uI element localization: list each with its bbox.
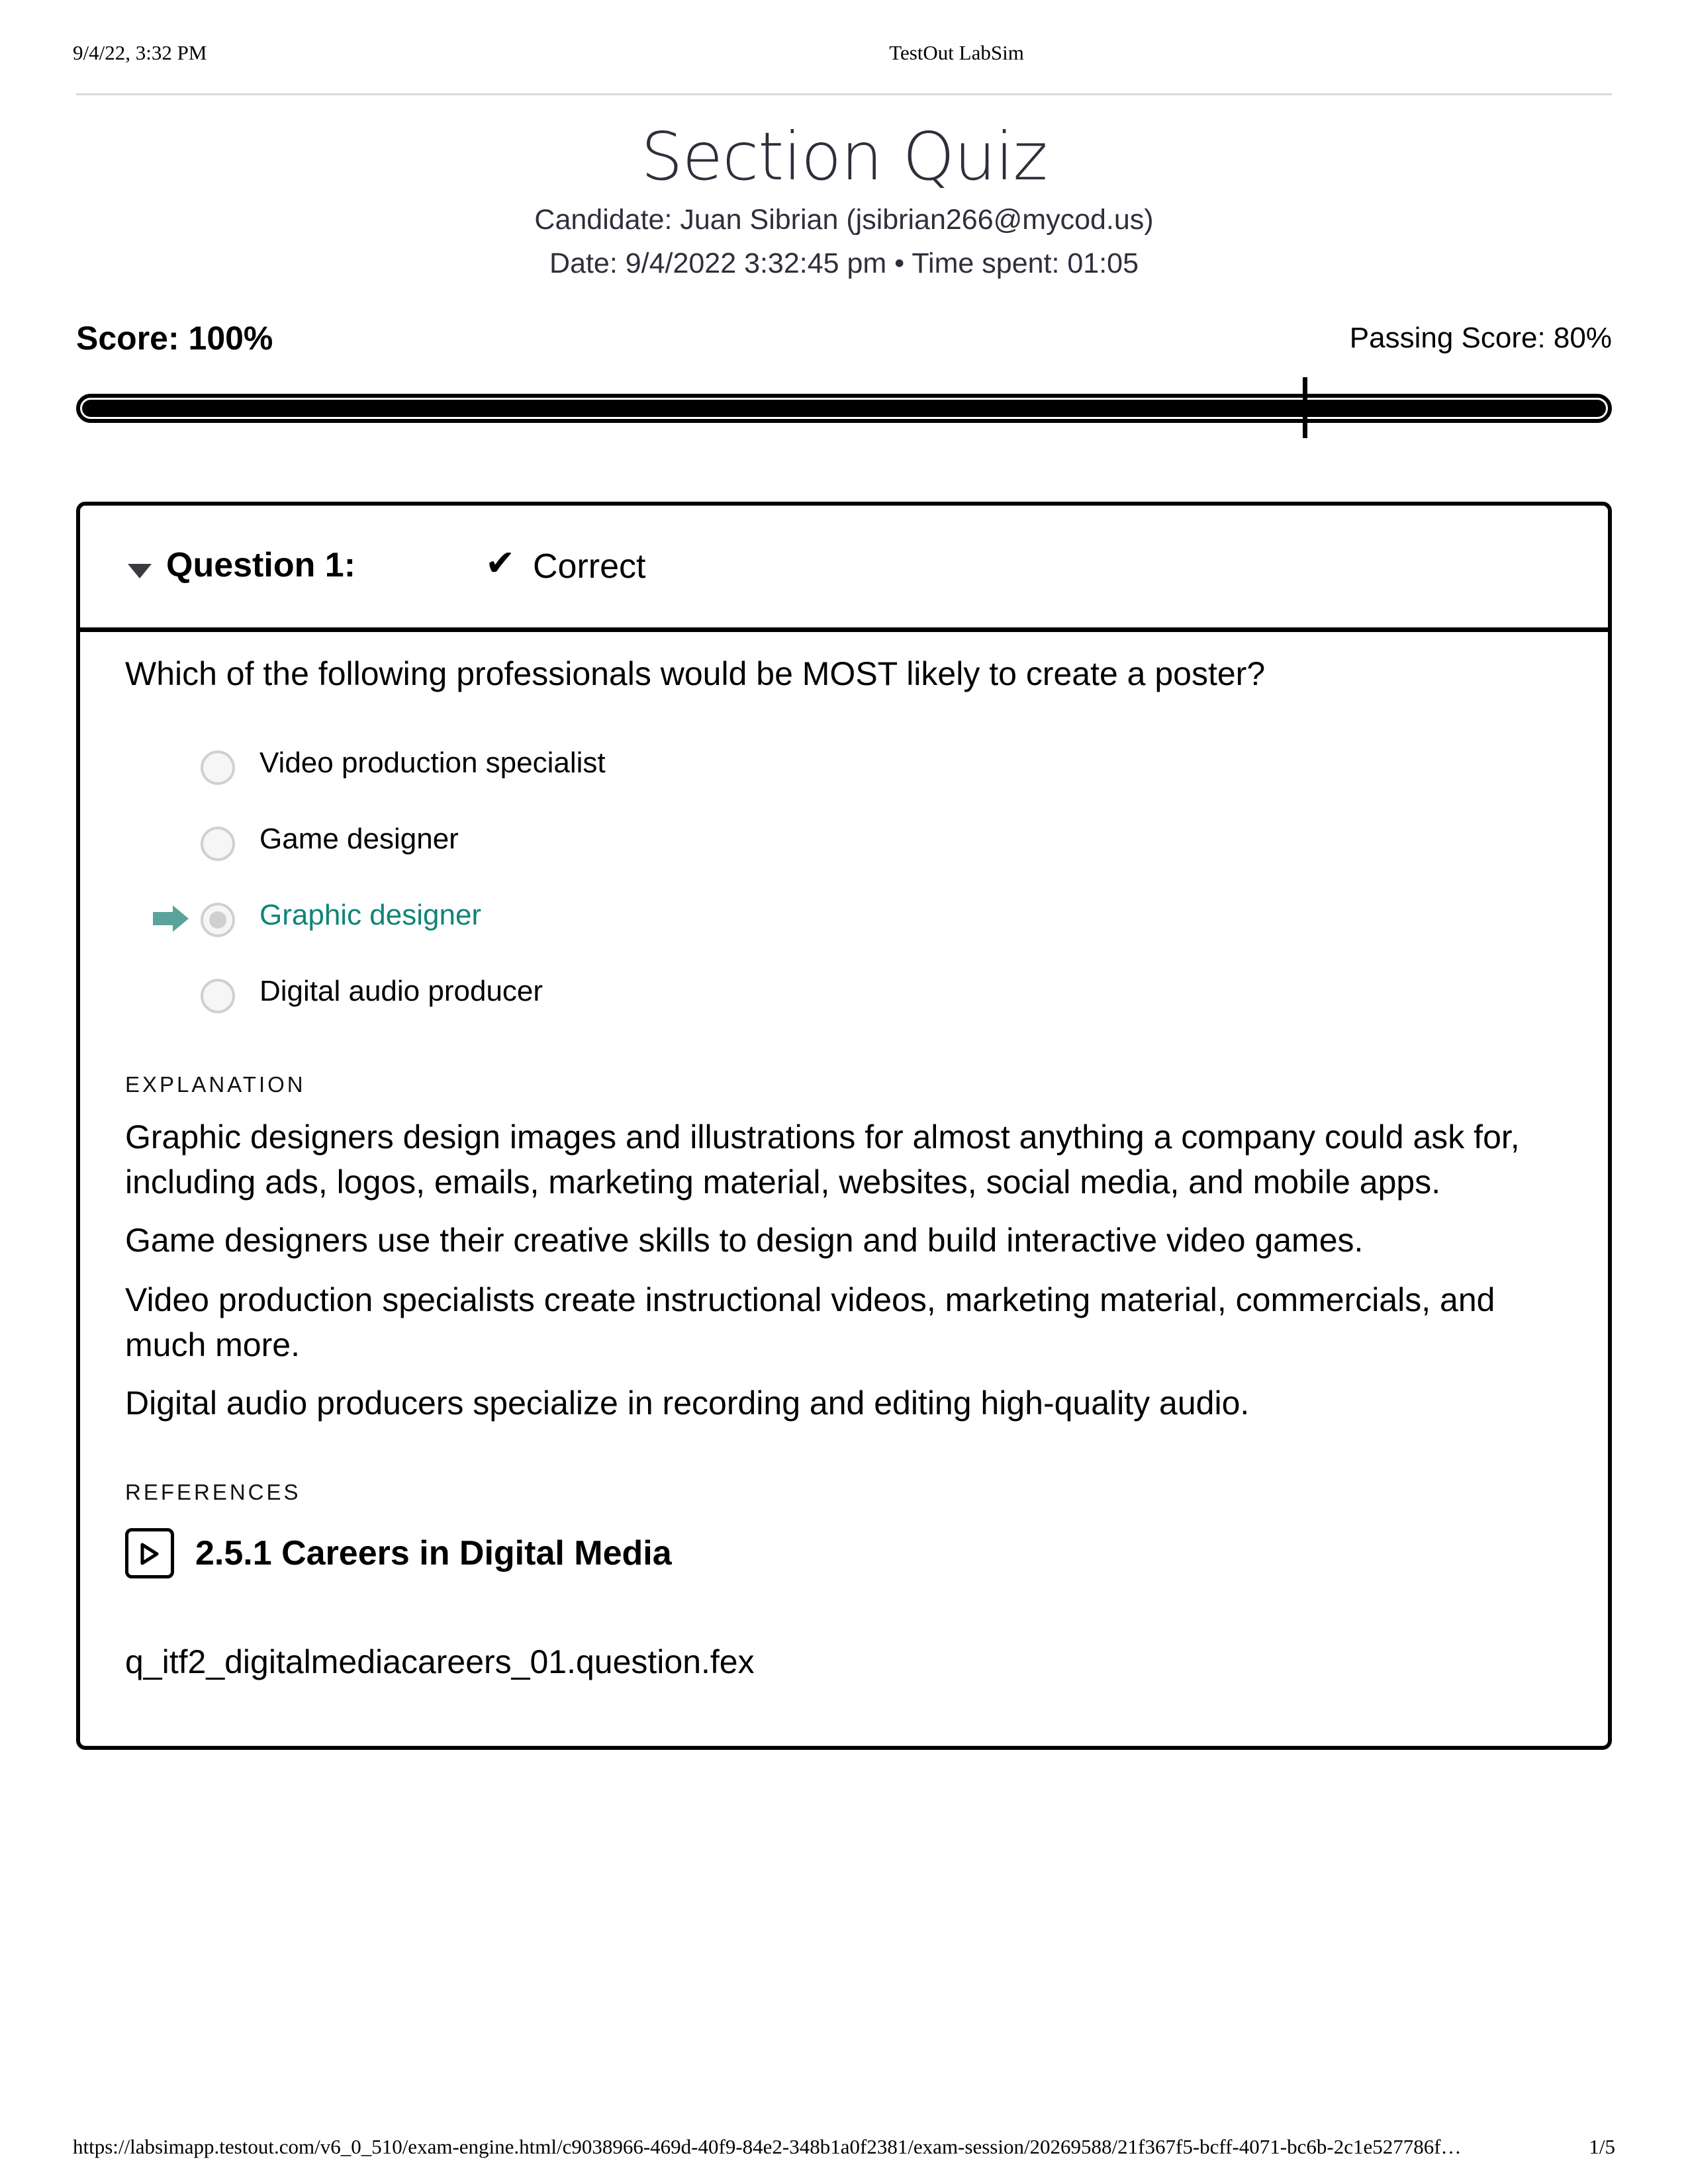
answer-option-label: Graphic designer	[259, 899, 482, 931]
passing-score-marker	[1303, 377, 1307, 438]
question-card: Question 1: ✔ Correct Which of the follo…	[76, 502, 1612, 1750]
explanation-paragraph: Game designers use their creative skills…	[125, 1222, 1364, 1259]
header-divider	[76, 93, 1612, 95]
passing-score-label: Passing Score: 80%	[1349, 322, 1612, 354]
page-title: Section Quiz	[641, 118, 1048, 195]
caret-down-icon[interactable]	[128, 564, 152, 578]
score-label: Score: 100%	[76, 320, 273, 357]
question-file-name: q_itf2_digitalmediacareers_01.question.f…	[125, 1643, 755, 1680]
explanation-paragraph: Digital audio producers specialize in re…	[125, 1385, 1250, 1422]
reference-link-label[interactable]: 2.5.1 Careers in Digital Media	[195, 1533, 672, 1573]
checkmark-icon: ✔	[485, 542, 516, 584]
explanation-paragraph: Video production specialists create inst…	[125, 1281, 1495, 1363]
answer-option-label: Video production specialist	[259, 747, 606, 779]
explanation-heading: EXPLANATION	[125, 1072, 306, 1097]
answer-option[interactable]: Video production specialist	[80, 744, 1608, 790]
page-url: https://labsimapp.testout.com/v6_0_510/e…	[73, 2135, 1462, 2158]
score-progress-bar	[76, 394, 1612, 423]
answer-option[interactable]: Digital audio producer	[80, 972, 1608, 1019]
answer-option-label: Digital audio producer	[259, 975, 543, 1007]
print-page-title: TestOut LabSim	[889, 41, 1024, 64]
candidate-info: Candidate: Juan Sibrian (jsibrian266@myc…	[534, 204, 1154, 236]
question-number: Question 1:	[166, 546, 356, 584]
radio-button-selected[interactable]	[201, 903, 235, 937]
page-number: 1/5	[1589, 2135, 1615, 2158]
print-header: 9/4/22, 3:32 PM TestOut LabSim	[0, 0, 1688, 99]
question-status: Correct	[533, 547, 646, 586]
references-heading: REFERENCES	[125, 1480, 301, 1504]
radio-button[interactable]	[201, 827, 235, 861]
radio-button[interactable]	[201, 979, 235, 1013]
score-progress-fill	[82, 400, 1606, 417]
answer-option-label: Game designer	[259, 823, 459, 855]
play-video-icon	[125, 1528, 174, 1578]
question-header-divider	[80, 627, 1608, 632]
answer-option-correct[interactable]: Graphic designer	[80, 896, 1608, 942]
question-text: Which of the following professionals wou…	[125, 655, 1266, 692]
question-header[interactable]: Question 1: ✔ Correct	[80, 506, 1608, 632]
radio-button[interactable]	[201, 751, 235, 785]
answer-option[interactable]: Game designer	[80, 820, 1608, 866]
date-time-spent: Date: 9/4/2022 3:32:45 pm • Time spent: …	[549, 248, 1139, 279]
explanation-paragraph: Graphic designers design images and illu…	[125, 1118, 1520, 1201]
arrow-right-icon	[153, 905, 189, 932]
reference-link[interactable]: 2.5.1 Careers in Digital Media	[125, 1528, 672, 1578]
